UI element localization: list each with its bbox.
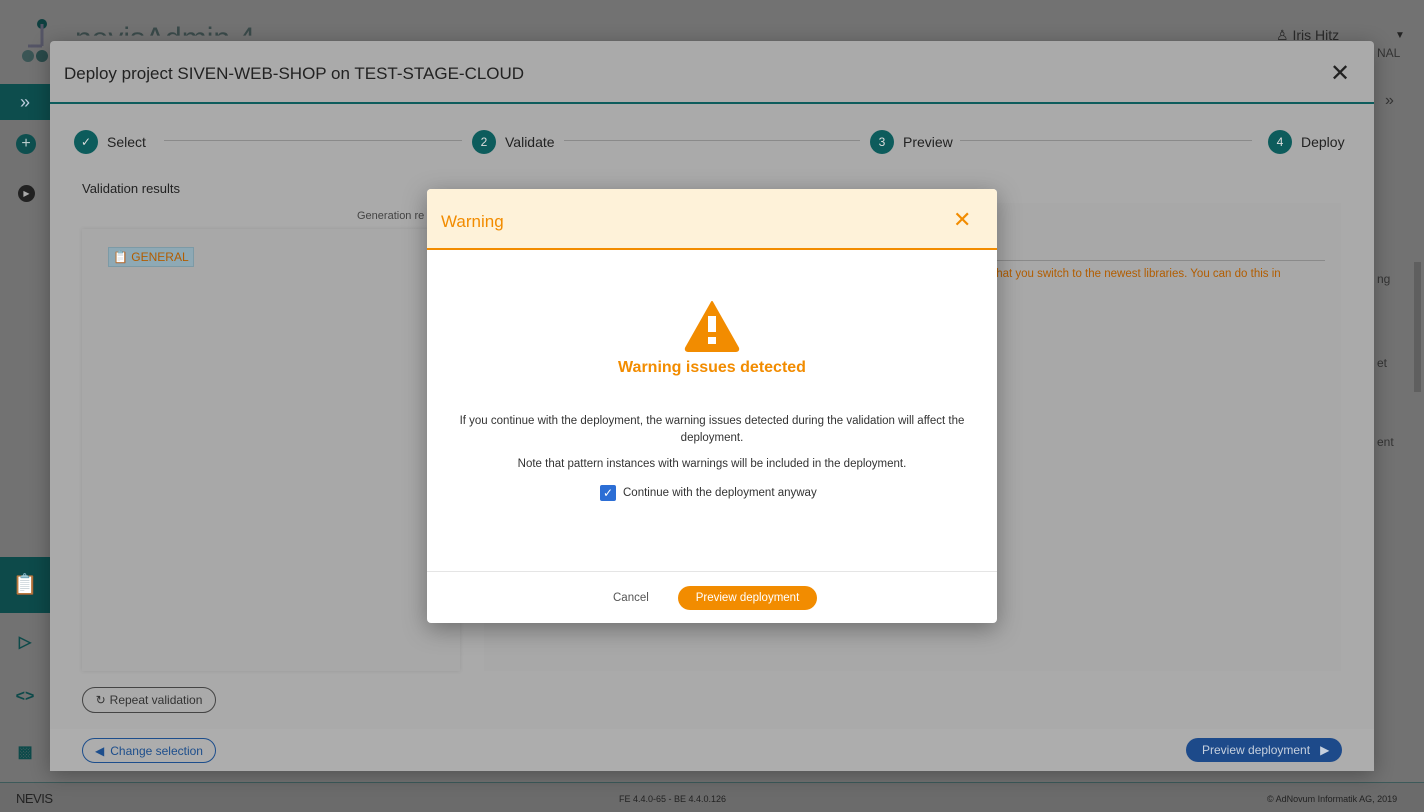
step-deploy: 4 Deploy <box>1268 130 1345 154</box>
warning-description: If you continue with the deployment, the… <box>459 415 965 444</box>
scrollbar[interactable] <box>1414 262 1421 392</box>
divider <box>427 571 997 572</box>
refresh-icon: ↻ <box>95 693 106 707</box>
copyright-text: © AdNovum Informatik AG, 2019 <box>1267 794 1398 804</box>
step-label: Deploy <box>1301 134 1345 150</box>
tag-icon[interactable]: ▷ <box>0 632 50 652</box>
step-connector <box>164 140 462 141</box>
step-label: Preview <box>903 134 953 150</box>
close-icon[interactable]: ✕ <box>1330 59 1350 88</box>
version-text: FE 4.4.0-65 - BE 4.4.0.126 <box>619 794 727 804</box>
warning-note: Note that pattern instances with warning… <box>517 458 907 470</box>
validation-results-label: Validation results <box>82 181 181 196</box>
nevis-brand: NEVIS <box>16 791 53 806</box>
generation-results-label: Generation re <box>357 210 425 222</box>
modal-footer <box>50 729 1374 771</box>
preview-deployment-button[interactable]: Preview deployment ▶ <box>1186 738 1342 762</box>
button-label: Repeat validation <box>109 693 203 707</box>
play-icon[interactable]: ▶ <box>18 185 35 202</box>
step-preview: 3 Preview <box>870 130 953 154</box>
button-label: Preview deployment <box>1202 743 1311 757</box>
close-icon[interactable]: ✕ <box>953 207 971 233</box>
tree-item-general[interactable]: 📋 GENERAL <box>108 247 194 267</box>
right-fragment: ent <box>1377 435 1394 449</box>
warning-dialog: Warning ✕ Warning issues detected If you… <box>427 189 997 623</box>
step-connector <box>564 140 860 141</box>
continue-anyway-checkbox-row[interactable]: ✓ Continue with the deployment anyway <box>600 485 817 501</box>
sidebar-item-validation[interactable]: 📋 <box>0 557 50 613</box>
code-icon[interactable]: <> <box>0 688 50 706</box>
tree-item-label: GENERAL <box>131 250 189 264</box>
step-number: 4 <box>1268 130 1292 154</box>
checkbox-label: Continue with the deployment anyway <box>623 487 817 499</box>
change-selection-button[interactable]: ◀ Change selection <box>82 738 216 763</box>
cancel-button[interactable]: Cancel <box>613 592 649 604</box>
right-fragment: et <box>1377 356 1388 370</box>
validation-tree-panel <box>82 229 460 671</box>
divider <box>50 102 1374 104</box>
step-number: 2 <box>472 130 496 154</box>
step-number: 3 <box>870 130 894 154</box>
warning-triangle-icon <box>684 301 740 352</box>
sidebar-expand-button[interactable]: » <box>0 84 50 120</box>
user-role-fragment: NAL <box>1377 46 1401 60</box>
repeat-validation-button[interactable]: ↻ Repeat validation <box>82 687 216 713</box>
nevis-logo-icon <box>22 19 48 62</box>
step-select: ✓ Select <box>74 130 146 154</box>
step-connector <box>960 140 1252 141</box>
right-panel-expand-button[interactable]: » <box>1385 92 1394 110</box>
divider <box>990 260 1325 261</box>
step-label: Select <box>107 134 146 150</box>
step-label: Validate <box>505 134 555 150</box>
step-validate: 2 Validate <box>472 130 555 154</box>
arrow-right-icon: ▶ <box>1320 743 1330 757</box>
warning-heading: Warning issues detected <box>618 359 806 376</box>
modal-title: Deploy project SIVEN-WEB-SHOP on TEST-ST… <box>64 64 525 83</box>
chart-icon[interactable]: ▩ <box>0 742 50 762</box>
add-icon[interactable]: + <box>16 134 36 154</box>
arrow-left-icon: ◀ <box>95 743 105 758</box>
continue-anyway-checkbox[interactable]: ✓ <box>600 485 616 501</box>
preview-deployment-confirm-button[interactable]: Preview deployment <box>678 586 817 610</box>
check-icon: ✓ <box>74 130 98 154</box>
warning-dialog-title: Warning <box>441 212 504 231</box>
caret-down-icon[interactable]: ▼ <box>1395 30 1405 41</box>
warning-dialog-header <box>427 189 997 250</box>
warning-message: that you switch to the newest libraries.… <box>993 268 1281 280</box>
right-fragment: ng <box>1377 272 1391 286</box>
button-label: Change selection <box>110 743 203 758</box>
